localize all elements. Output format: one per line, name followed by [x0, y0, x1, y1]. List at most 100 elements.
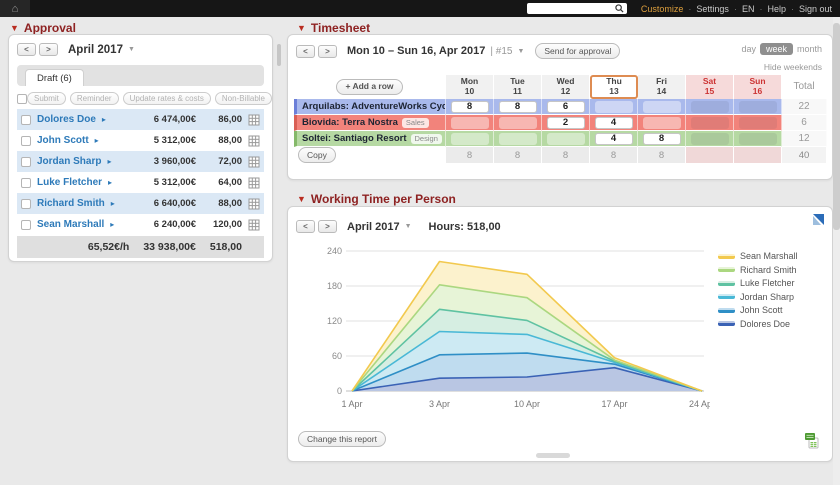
add-row-button[interactable]: + Add a row: [336, 79, 402, 95]
collapse-working-time-icon[interactable]: ▼: [297, 194, 306, 204]
hour-input[interactable]: [451, 117, 489, 129]
timesheet-grid-icon[interactable]: [248, 198, 260, 210]
hour-input[interactable]: [451, 133, 489, 145]
expand-person-icon[interactable]: ▸: [107, 157, 111, 166]
day-header-sat[interactable]: Sat15: [686, 75, 734, 99]
submit-button[interactable]: Submit: [27, 92, 66, 105]
expand-person-icon[interactable]: ▸: [108, 178, 112, 187]
day-header-fri[interactable]: Fri14: [638, 75, 686, 99]
search-icon[interactable]: [615, 4, 624, 13]
day-header-tue[interactable]: Tue11: [494, 75, 542, 99]
menu-sign-out[interactable]: Sign out: [799, 4, 832, 14]
row-checkbox[interactable]: [21, 199, 31, 209]
view-month[interactable]: month: [797, 44, 822, 54]
expand-person-icon[interactable]: ▸: [95, 136, 99, 145]
hour-cell[interactable]: [446, 115, 494, 131]
chart-month-label[interactable]: April 2017: [347, 221, 400, 233]
chevron-down-icon[interactable]: ▼: [517, 48, 524, 55]
hour-cell[interactable]: 2: [542, 115, 590, 131]
hour-input[interactable]: 8: [499, 101, 537, 113]
row-checkbox[interactable]: [21, 157, 31, 167]
hour-cell[interactable]: [638, 99, 686, 115]
copy-button[interactable]: Copy: [298, 147, 336, 163]
timesheet-grid-icon[interactable]: [248, 156, 260, 168]
hour-cell[interactable]: [590, 99, 638, 115]
row-checkbox[interactable]: [21, 178, 31, 188]
hour-input[interactable]: 6: [547, 101, 585, 113]
menu-settings[interactable]: Settings: [696, 4, 729, 14]
hour-cell[interactable]: 4: [590, 115, 638, 131]
person-name-link[interactable]: Dolores Doe: [37, 114, 96, 125]
hour-cell[interactable]: [542, 131, 590, 147]
non-billable-button[interactable]: Non-Billable: [215, 92, 272, 105]
hour-input[interactable]: [499, 117, 537, 129]
export-excel-icon[interactable]: [805, 433, 820, 449]
hour-cell[interactable]: 4: [590, 131, 638, 147]
page-scrollbar-thumb[interactable]: [833, 23, 840, 230]
hour-cell[interactable]: 8: [494, 99, 542, 115]
timesheet-prev-week-button[interactable]: <: [296, 45, 315, 58]
day-header-thu[interactable]: Thu13: [590, 75, 638, 99]
send-for-approval-button[interactable]: Send for approval: [535, 43, 620, 59]
menu-en[interactable]: EN: [742, 4, 755, 14]
expand-person-icon[interactable]: ▸: [110, 220, 114, 229]
menu-customize[interactable]: Customize: [641, 4, 684, 14]
day-header-wed[interactable]: Wed12: [542, 75, 590, 99]
project-row-label[interactable]: Arquilabs: AdventureWorks CyclesAnalysis: [294, 99, 446, 115]
approval-prev-month-button[interactable]: <: [17, 43, 36, 56]
row-checkbox[interactable]: [21, 136, 31, 146]
timesheet-grid-icon[interactable]: [248, 135, 260, 147]
hour-input[interactable]: 8: [451, 101, 489, 113]
person-name-link[interactable]: Sean Marshall: [37, 219, 104, 230]
tab-draft[interactable]: Draft (6): [25, 69, 84, 86]
expand-person-icon[interactable]: ▸: [102, 115, 106, 124]
project-row-label[interactable]: Biovida: Terra NostraSales: [294, 115, 446, 131]
timesheet-grid-icon[interactable]: [248, 219, 260, 231]
hour-cell[interactable]: [494, 115, 542, 131]
reminder-button[interactable]: Reminder: [70, 92, 119, 105]
chevron-down-icon[interactable]: ▼: [128, 46, 135, 53]
hour-input[interactable]: 8: [643, 133, 681, 145]
hour-cell[interactable]: 8: [446, 99, 494, 115]
hour-cell[interactable]: [494, 131, 542, 147]
hour-input[interactable]: [547, 133, 585, 145]
timesheet-week-label[interactable]: Mon 10 – Sun 16, Apr 2017: [347, 45, 485, 57]
timesheet-next-week-button[interactable]: >: [318, 45, 337, 58]
collapse-approval-icon[interactable]: ▼: [10, 23, 19, 33]
chevron-down-icon[interactable]: ▼: [405, 223, 412, 230]
approval-next-month-button[interactable]: >: [39, 43, 58, 56]
approval-scrollbar-thumb[interactable]: [277, 44, 281, 66]
menu-help[interactable]: Help: [767, 4, 786, 14]
chart-next-month-button[interactable]: >: [318, 220, 337, 233]
change-report-button[interactable]: Change this report: [298, 431, 386, 447]
horizontal-scrollbar-thumb[interactable]: [536, 453, 570, 458]
chart-prev-month-button[interactable]: <: [296, 220, 315, 233]
hour-input[interactable]: 4: [595, 117, 633, 129]
hour-cell[interactable]: [446, 131, 494, 147]
hour-input[interactable]: [595, 101, 633, 113]
hour-input[interactable]: 4: [595, 133, 633, 145]
collapse-timesheet-icon[interactable]: ▼: [297, 23, 306, 33]
hour-input[interactable]: [643, 117, 681, 129]
row-checkbox[interactable]: [21, 115, 31, 125]
timesheet-grid-icon[interactable]: [248, 114, 260, 126]
person-name-link[interactable]: Richard Smith: [37, 198, 105, 209]
update-rates-costs-button[interactable]: Update rates & costs: [123, 92, 211, 105]
hour-cell[interactable]: 6: [542, 99, 590, 115]
hide-weekends-link[interactable]: Hide weekends: [764, 62, 822, 72]
day-header-mon[interactable]: Mon10: [446, 75, 494, 99]
person-name-link[interactable]: Jordan Sharp: [37, 156, 101, 167]
home-icon[interactable]: ⌂: [0, 0, 30, 17]
hour-input[interactable]: [643, 101, 681, 113]
person-name-link[interactable]: Luke Fletcher: [37, 177, 102, 188]
person-name-link[interactable]: John Scott: [37, 135, 89, 146]
select-all-checkbox[interactable]: [17, 94, 27, 104]
expand-person-icon[interactable]: ▸: [111, 199, 115, 208]
project-row-label[interactable]: Soltei: Santiago ResortDesign: [294, 131, 446, 147]
approval-month-label[interactable]: April 2017: [68, 44, 123, 56]
hour-cell[interactable]: 8: [638, 131, 686, 147]
expand-report-icon[interactable]: [813, 214, 824, 225]
hour-input[interactable]: 2: [547, 117, 585, 129]
timesheet-grid-icon[interactable]: [248, 177, 260, 189]
hour-cell[interactable]: [638, 115, 686, 131]
